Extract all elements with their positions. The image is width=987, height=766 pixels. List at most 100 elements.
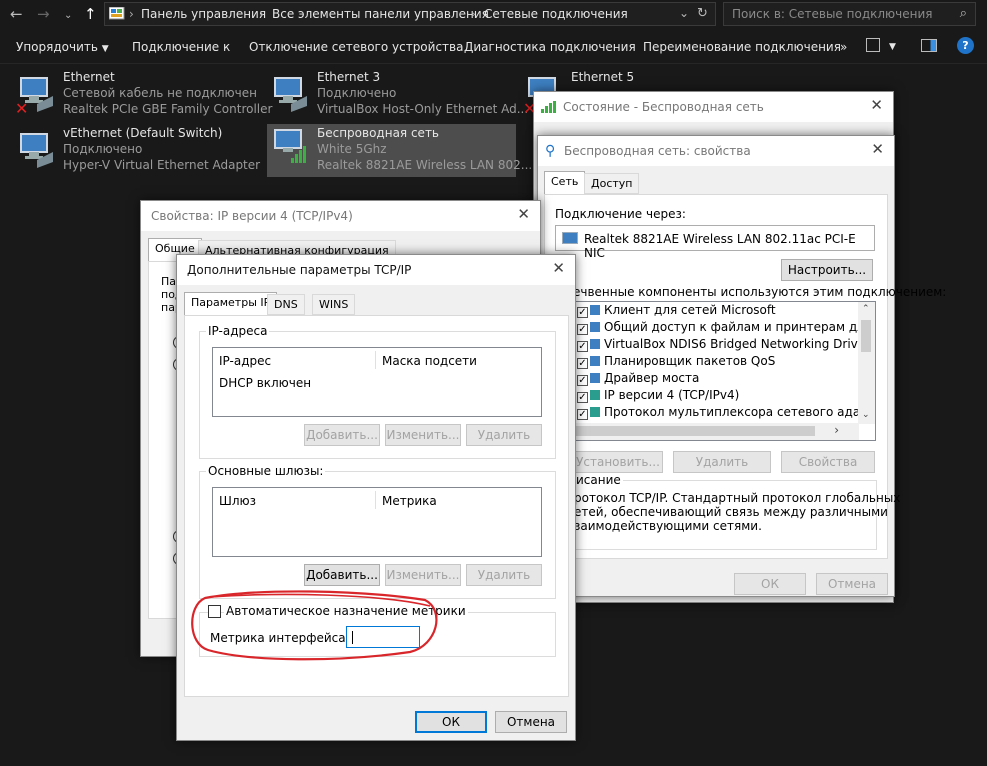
uninstall-button[interactable]: Удалить bbox=[673, 451, 771, 473]
component-checkbox[interactable]: ✓ bbox=[577, 409, 588, 420]
gateway-column-header[interactable]: Шлюз bbox=[219, 494, 256, 508]
component-checkbox[interactable]: ✓ bbox=[577, 307, 588, 318]
back-arrow-icon[interactable]: ← bbox=[10, 6, 23, 22]
connection-name: vEthernet (Default Switch) bbox=[63, 126, 223, 140]
scroll-down-icon[interactable]: ⌄ bbox=[862, 410, 870, 420]
gateway-list[interactable]: Шлюз Метрика bbox=[212, 487, 542, 557]
disable-device-button[interactable]: Отключение сетевого устройства bbox=[249, 40, 463, 54]
search-input[interactable]: Поиск в: Сетевые подключения ⌕ bbox=[723, 2, 976, 26]
vertical-scrollbar[interactable]: ⌃ ⌄ bbox=[858, 302, 875, 424]
rename-button[interactable]: Переименование подключения bbox=[643, 40, 841, 54]
close-icon[interactable]: ✕ bbox=[517, 206, 530, 222]
refresh-icon[interactable]: ↻ bbox=[697, 6, 708, 21]
component-label: Драйвер моста bbox=[604, 371, 700, 385]
connection-vethernet[interactable]: vEthernet (Default Switch) Подключено Hy… bbox=[13, 126, 263, 176]
ip-remove-button[interactable]: Удалить bbox=[466, 424, 542, 446]
component-item[interactable]: ✓ Протокол мультиплексора сетевого адапте… bbox=[577, 404, 875, 421]
hscroll-thumb[interactable] bbox=[575, 426, 815, 436]
ip-settings-panel: IP-адреса IP-адрес Маска подсети DHCP вк… bbox=[184, 315, 569, 697]
component-item[interactable]: ✓ VirtualBox NDIS6 Bridged Networking Dri… bbox=[577, 336, 870, 353]
more-commands-button[interactable]: » bbox=[840, 40, 847, 54]
component-checkbox[interactable]: ✓ bbox=[577, 358, 588, 369]
component-checkbox[interactable]: ✓ bbox=[577, 375, 588, 386]
text-caret bbox=[352, 631, 353, 644]
gateway-add-button[interactable]: Добавить... bbox=[304, 564, 380, 586]
close-icon[interactable]: ✕ bbox=[552, 260, 565, 276]
description-group: исание ротокол TCP/IP. Стандартный прото… bbox=[569, 473, 900, 550]
component-item[interactable]: ✓ Планировщик пакетов QoS bbox=[577, 353, 775, 370]
connection-device: Realtek 8821AE Wireless LAN 802.... bbox=[317, 158, 537, 172]
connection-ethernet-3[interactable]: Ethernet 3 Подключено VirtualBox Host-On… bbox=[267, 70, 528, 120]
client-icon bbox=[590, 305, 600, 315]
properties-button[interactable]: Свойства bbox=[781, 451, 875, 473]
component-item[interactable]: ✓ Драйвер моста bbox=[577, 370, 699, 387]
properties-ok-button[interactable]: ОК bbox=[734, 573, 806, 595]
breadcrumb-item-3[interactable]: Сетевые подключения bbox=[484, 7, 628, 21]
component-checkbox[interactable]: ✓ bbox=[577, 324, 588, 335]
advanced-ok-button[interactable]: ОК bbox=[415, 711, 487, 733]
scroll-up-icon[interactable]: ⌃ bbox=[862, 304, 870, 314]
wireless-adapter-icon: ⚲ bbox=[545, 143, 556, 159]
component-item[interactable]: ✓ IP версии 4 (TCP/IPv4) bbox=[577, 387, 739, 404]
advanced-cancel-button[interactable]: Отмена bbox=[495, 711, 567, 733]
chevron-down-icon: ▼ bbox=[101, 44, 109, 54]
tab-dns[interactable]: DNS bbox=[267, 294, 305, 315]
search-placeholder: Поиск в: Сетевые подключения bbox=[732, 7, 933, 21]
ip-column-header[interactable]: IP-адрес bbox=[219, 354, 271, 368]
components-list[interactable]: ✓ Клиент для сетей Microsoft ✓ Общий доступ… bbox=[574, 301, 876, 441]
scroll-right-icon[interactable]: › bbox=[834, 423, 839, 437]
interface-metric-input[interactable] bbox=[346, 626, 420, 648]
component-item[interactable]: ✓ Клиент для сетей Microsoft bbox=[577, 302, 776, 319]
close-icon[interactable]: ✕ bbox=[871, 141, 884, 157]
breadcrumb-item-1[interactable]: Панель управления bbox=[141, 7, 266, 21]
connect-to-button[interactable]: Подключение к bbox=[132, 40, 230, 54]
scroll-thumb[interactable] bbox=[861, 320, 871, 352]
tab-ip-settings[interactable]: Параметры IP bbox=[184, 292, 278, 316]
ip-add-button[interactable]: Добавить... bbox=[304, 424, 380, 446]
address-bar[interactable]: › Панель управления › Все элементы панел… bbox=[104, 2, 716, 26]
connection-wireless-selected[interactable]: Беспроводная сеть White 5Ghz Realtek 882… bbox=[267, 124, 536, 177]
up-arrow-icon[interactable]: ↑ bbox=[84, 6, 97, 22]
metric-group: Автоматическое назначение метрики Метрик… bbox=[199, 604, 556, 657]
wireless-signal-icon bbox=[541, 101, 559, 113]
preview-pane-icon[interactable] bbox=[921, 39, 937, 52]
close-icon[interactable]: ✕ bbox=[870, 97, 883, 113]
gateway-remove-button[interactable]: Удалить bbox=[466, 564, 542, 586]
install-button[interactable]: Установить... bbox=[573, 451, 663, 473]
recent-chevron-icon[interactable]: ⌄ bbox=[64, 8, 72, 24]
component-label: VirtualBox NDIS6 Bridged Networking Driv… bbox=[604, 337, 871, 351]
ip-address-list[interactable]: IP-адрес Маска подсети DHCP включен bbox=[212, 347, 542, 417]
connection-device: VirtualBox Host-Only Ethernet Ad... bbox=[317, 102, 529, 116]
metric-column-header[interactable]: Метрика bbox=[382, 494, 437, 508]
ip-group-label: IP-адреса bbox=[206, 324, 270, 338]
view-options-icon[interactable] bbox=[866, 38, 880, 52]
diagnose-button[interactable]: Диагностика подключения bbox=[464, 40, 636, 54]
ip-list-row[interactable]: DHCP включен bbox=[219, 376, 311, 390]
connection-status: Подключено bbox=[63, 142, 143, 156]
configure-button[interactable]: Настроить... bbox=[781, 259, 873, 281]
component-checkbox[interactable]: ✓ bbox=[577, 392, 588, 403]
help-icon[interactable]: ? bbox=[957, 37, 974, 54]
gateway-edit-button[interactable]: Изменить... bbox=[385, 564, 461, 586]
component-checkbox[interactable]: ✓ bbox=[577, 341, 588, 352]
breadcrumb-item-2[interactable]: Все элементы панели управления bbox=[272, 7, 489, 21]
service-icon bbox=[590, 339, 600, 349]
forward-arrow-icon[interactable]: → bbox=[37, 6, 50, 22]
address-dropdown-icon[interactable]: ⌄ bbox=[679, 6, 689, 20]
view-dropdown-icon[interactable]: ▼ bbox=[889, 42, 896, 52]
properties-cancel-button[interactable]: Отмена bbox=[816, 573, 888, 595]
horizontal-scrollbar[interactable]: › bbox=[575, 423, 859, 440]
connection-status: Подключено bbox=[317, 86, 397, 100]
network-adapter-icon bbox=[562, 232, 578, 244]
connection-ethernet[interactable]: ✕ Ethernet Сетевой кабель не подключен R… bbox=[13, 70, 272, 120]
network-adapter-icon bbox=[20, 133, 53, 168]
component-label: Клиент для сетей Microsoft bbox=[604, 303, 776, 317]
tab-network[interactable]: Сеть bbox=[544, 171, 586, 195]
organize-button[interactable]: Упорядочить ▼ bbox=[16, 40, 109, 54]
tab-sharing[interactable]: Доступ bbox=[584, 173, 640, 194]
auto-metric-checkbox[interactable] bbox=[208, 605, 221, 618]
tab-wins[interactable]: WINS bbox=[312, 294, 356, 315]
component-item[interactable]: ✓ Общий доступ к файлам и принтерам для с… bbox=[577, 319, 875, 336]
mask-column-header[interactable]: Маска подсети bbox=[382, 354, 477, 368]
ip-edit-button[interactable]: Изменить... bbox=[385, 424, 461, 446]
